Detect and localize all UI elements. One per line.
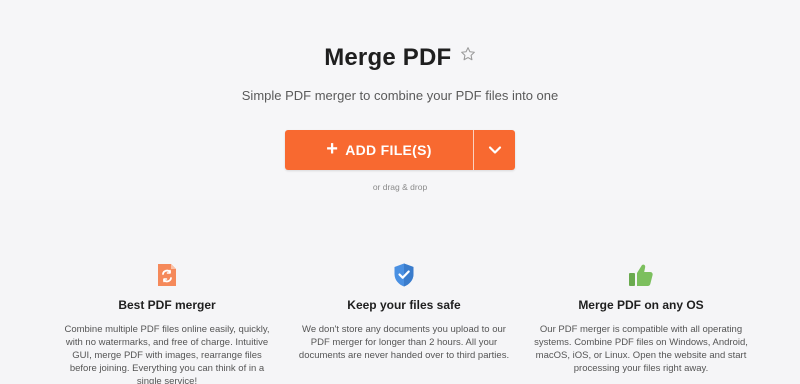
add-files-button[interactable]: + ADD FILE(S) — [285, 130, 473, 170]
drag-drop-hint: or drag & drop — [372, 182, 428, 192]
refresh-document-icon — [60, 260, 274, 288]
thumbs-up-icon — [534, 260, 748, 288]
feature-any-os: Merge PDF on any OS Our PDF merger is co… — [534, 260, 748, 384]
upload-options-dropdown[interactable] — [474, 130, 515, 170]
feature-title: Merge PDF on any OS — [578, 298, 704, 312]
shield-check-icon — [297, 260, 511, 288]
star-icon[interactable] — [460, 46, 476, 62]
feature-description: We don't store any documents you upload … — [298, 324, 510, 361]
chevron-down-icon — [488, 146, 501, 154]
feature-title: Keep your files safe — [347, 298, 461, 312]
title-row: Merge PDF — [0, 44, 800, 72]
upload-control: + ADD FILE(S) — [285, 130, 515, 170]
feature-title: Best PDF merger — [118, 298, 216, 312]
feature-description: Combine multiple PDF files online easily… — [64, 324, 270, 384]
feature-description: Our PDF merger is compatible with all op… — [534, 324, 748, 374]
page-subtitle: Simple PDF merger to combine your PDF fi… — [241, 88, 559, 103]
features-section: Best PDF merger Combine multiple PDF fil… — [0, 260, 800, 384]
feature-best-merger: Best PDF merger Combine multiple PDF fil… — [60, 260, 274, 384]
plus-icon: + — [326, 138, 339, 160]
page-title: Merge PDF — [324, 44, 452, 71]
page: Merge PDF Simple PDF merger to combine y… — [0, 0, 800, 384]
feature-files-safe: Keep your files safe We don't store any … — [297, 260, 511, 384]
add-files-label: ADD FILE(S) — [345, 142, 432, 158]
